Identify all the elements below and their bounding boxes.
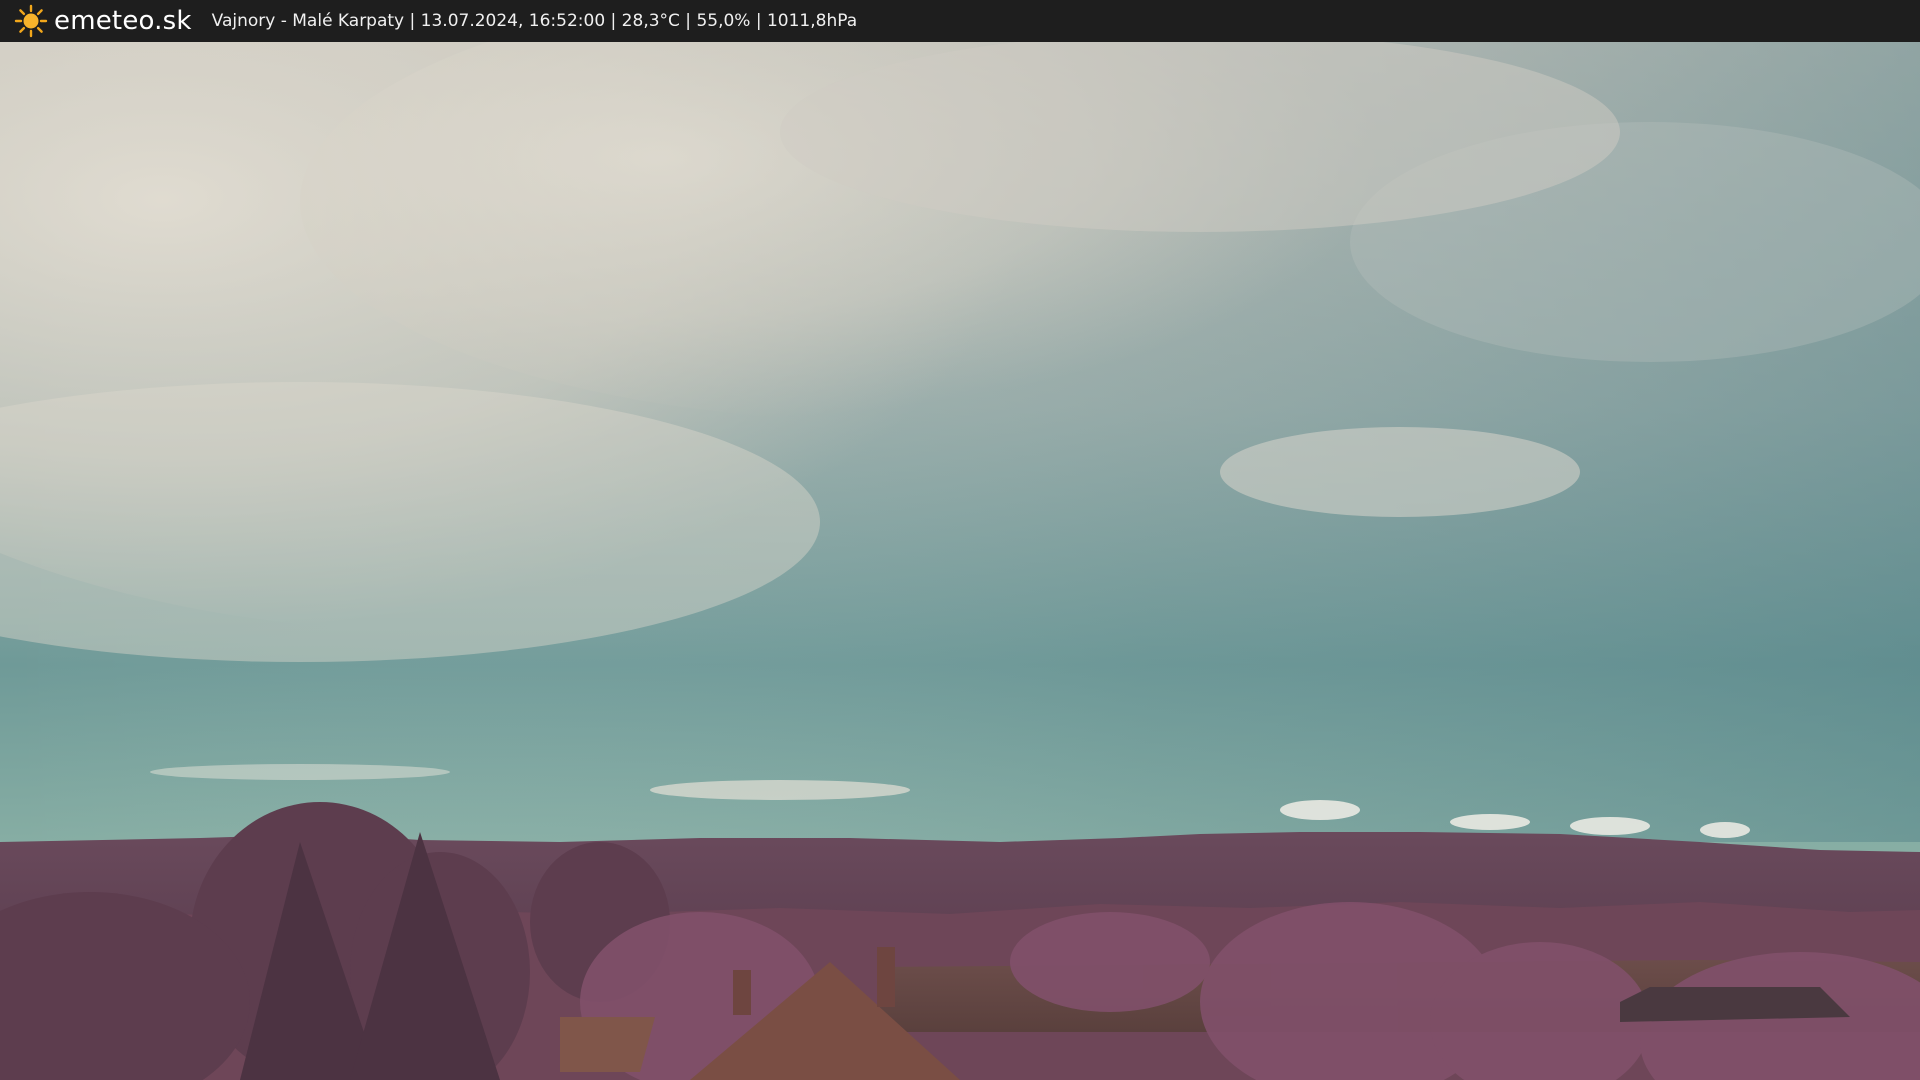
webcam-caption: Vajnory - Malé Karpaty | 13.07.2024, 16:… [211, 11, 858, 31]
sun-icon [14, 4, 48, 38]
top-bar: emeteo.sk Vajnory - Malé Karpaty | 13.07… [0, 0, 1920, 42]
logo-text: emeteo.sk [54, 6, 192, 36]
site-logo[interactable]: emeteo.sk [14, 4, 192, 38]
webcam-image [0, 42, 1920, 1080]
